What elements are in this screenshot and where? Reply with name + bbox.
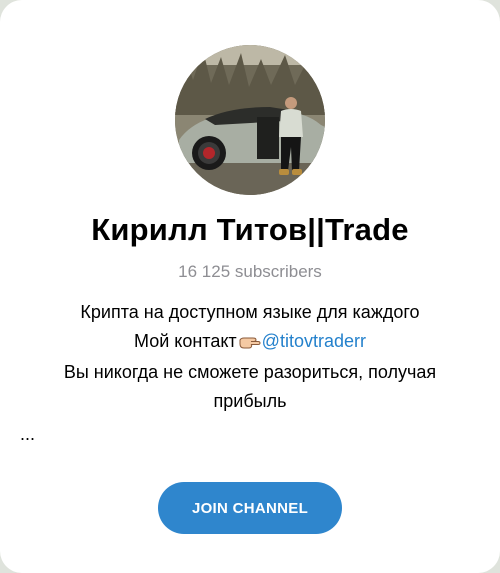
pointing-hand-icon — [239, 330, 261, 359]
description-line-4: прибыль — [213, 390, 287, 411]
contact-link[interactable]: @titovtraderr — [262, 331, 366, 351]
description-line-3: Вы никогда не сможете разориться, получа… — [63, 362, 437, 382]
description-more[interactable]: ... — [20, 424, 35, 445]
description-contact-line: Мой контакт @titovtraderr — [20, 327, 480, 359]
contact-prefix: Мой контакт — [134, 330, 237, 351]
channel-preview-card: Кирилл Титов||Trade 16 125 subscribers К… — [0, 0, 500, 573]
subscriber-count: 16 125 subscribers — [178, 262, 322, 281]
channel-description: Крипта на доступном языке для каждого Мо… — [20, 298, 480, 415]
join-channel-button[interactable]: JOIN CHANNEL — [158, 482, 342, 534]
channel-avatar — [175, 45, 325, 195]
avatar-photo — [175, 45, 325, 195]
channel-title: Кирилл Титов||Trade — [91, 212, 409, 247]
description-line-1: Крипта на доступном языке для каждого — [80, 302, 420, 322]
